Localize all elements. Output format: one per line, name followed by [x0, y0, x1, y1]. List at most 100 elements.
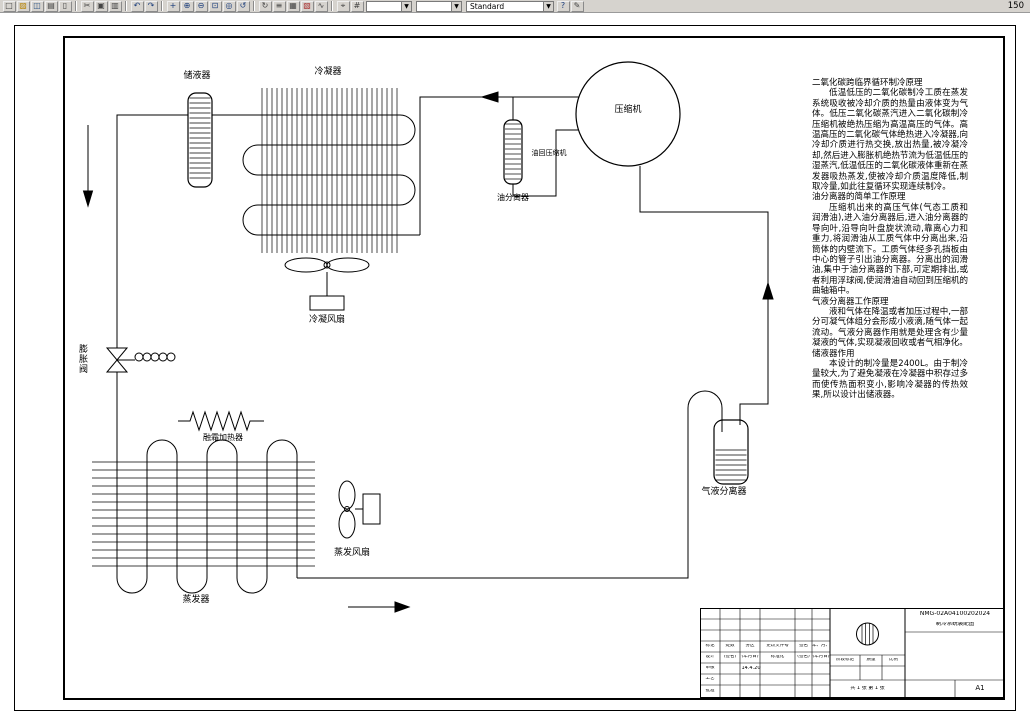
copy-button[interactable]: ▣	[94, 0, 108, 12]
titleblock-date-value: 14.4.20	[741, 666, 761, 671]
undo-button[interactable]: ↶	[130, 0, 144, 12]
redo-button[interactable]: ↷	[144, 0, 158, 12]
zoom-previous-icon: ↺	[239, 1, 247, 10]
oil-separator-symbol[interactable]	[503, 119, 523, 185]
titleblock-weight: 质量	[866, 658, 876, 662]
suction-pipe-to-compressor	[639, 166, 769, 425]
chevron-down-icon[interactable]: ▼	[401, 1, 411, 11]
paste-button[interactable]: ▥	[108, 0, 122, 12]
help-icon: ?	[560, 1, 566, 10]
layers-button[interactable]: ≡	[272, 0, 286, 12]
save-file-button[interactable]: ◫	[30, 0, 44, 12]
note-section-body: 液和气体在降温或者加压过程中,一部分可凝气体组分会形成小液滴,随气体一起流动。气…	[812, 306, 968, 349]
open-file-button[interactable]: ▨	[16, 0, 30, 12]
defrost-heater-symbol[interactable]	[178, 410, 264, 432]
evaporator-coil	[116, 439, 298, 594]
receiver-label: 储液器	[183, 71, 211, 81]
toolbar-separator	[125, 1, 127, 11]
titleblock-sign-hint-2: (签名)	[797, 655, 810, 659]
zoom-in-icon: ⊕	[183, 1, 191, 10]
evaporator-fan-label: 蒸发风扇	[333, 548, 371, 558]
chevron-down-icon[interactable]: ▼	[451, 1, 461, 11]
zoom-extents-icon: ◎	[225, 1, 233, 10]
condenser-fan-label: 冷凝风扇	[308, 315, 346, 325]
zoom-window-icon: ⊡	[211, 1, 219, 10]
toolbar-separator	[331, 1, 333, 11]
linetype-button[interactable]: ∿	[314, 0, 328, 12]
condenser-coil	[212, 114, 420, 236]
style-combobox[interactable]: Standard ▼	[466, 0, 554, 12]
layers-icon: ≡	[275, 1, 283, 10]
gas-liquid-separator-symbol[interactable]	[713, 419, 749, 485]
color-control-button[interactable]: ▧	[300, 0, 314, 12]
drawing-canvas[interactable]: 储液器 冷凝器 压缩机 油回压缩机 油分离器 冷凝风扇 膨胀阀 融霜加热器 蒸发…	[0, 0, 1030, 719]
evaporator-label: 蒸发器	[182, 595, 210, 605]
print-preview-icon: ▯	[62, 1, 68, 10]
note-section-heading: 气液分离器工作原理	[812, 296, 889, 307]
print-preview-button[interactable]: ▯	[58, 0, 72, 12]
zoom-previous-button[interactable]: ↺	[236, 0, 250, 12]
toolbar-separator	[161, 1, 163, 11]
undo-icon: ↶	[133, 1, 141, 10]
evaporator-fan-symbol[interactable]	[338, 480, 381, 539]
linetype-icon: ∿	[317, 1, 325, 10]
toolbar-separator	[253, 1, 255, 11]
zoom-window-button[interactable]: ⊡	[208, 0, 222, 12]
flow-arrow-down	[82, 190, 94, 208]
refrigerant-piping[interactable]	[116, 96, 769, 594]
color-combobox[interactable]: ▼	[416, 0, 462, 12]
layer-properties-button[interactable]: ▦	[286, 0, 300, 12]
titleblock-col-date: 年、月、日	[812, 644, 830, 648]
titleblock-drawing-no: NMG-02A04100202024	[919, 611, 991, 617]
titleblock-scale: 比例	[889, 658, 898, 662]
titleblock-row-design: 设计	[705, 655, 715, 659]
toolbar-icon-group: □ ▨ ◫ ▤ ▯ ✂ ▣ ▥ ↶ ↷ + ⊕ ⊖ ⊡ ◎ ↺ ↻ ≡ ▦ ▧ ∿ ⌖ #	[2, 0, 364, 12]
toolbar-separator	[75, 1, 77, 11]
oil-return-label: 油回压缩机	[531, 149, 567, 157]
compressor-label: 压缩机	[614, 105, 642, 115]
note-section-body: 低温低压的二氧化碳制冷工质在蒸发系统吸收被冷却介质的热量由液体变为气体。低压二氧…	[812, 88, 968, 193]
help-button[interactable]: ?	[556, 0, 570, 12]
flow-arrow-up	[762, 281, 774, 300]
titleblock-stage-mark: 阶段标记	[836, 658, 854, 662]
grid-icon: #	[353, 1, 361, 10]
note-section-body: 本设计的制冷量是2400L。由于制冷量较大,为了避免凝液在冷凝器中积存过多而使传…	[812, 358, 968, 401]
print-button[interactable]: ▤	[44, 0, 58, 12]
new-file-button[interactable]: □	[2, 0, 16, 12]
expansion-valve-symbol[interactable]	[105, 347, 176, 373]
grid-button[interactable]: #	[350, 0, 364, 12]
draw-tool-button[interactable]: ✎	[570, 0, 584, 12]
redraw-icon: ↻	[261, 1, 269, 10]
titleblock-col-count: 处数	[725, 644, 735, 648]
titleblock-col-change-file: 更改文件号	[766, 644, 789, 648]
expansion-valve-label: 膨胀阀	[76, 344, 87, 374]
copy-icon: ▣	[97, 1, 105, 10]
toolbar-icon-group-right: ? ✎	[556, 0, 584, 12]
zoom-in-button[interactable]: ⊕	[180, 0, 194, 12]
print-icon: ▤	[47, 1, 55, 10]
redraw-button[interactable]: ↻	[258, 0, 272, 12]
zoom-out-button[interactable]: ⊖	[194, 0, 208, 12]
receiver-symbol[interactable]	[187, 92, 213, 188]
zoom-out-icon: ⊖	[197, 1, 205, 10]
chevron-down-icon[interactable]: ▼	[543, 1, 553, 11]
titleblock-col-sign: 签名	[799, 644, 808, 648]
note-section-heading: 储液器作用	[812, 348, 855, 359]
condenser-fan-symbol[interactable]	[284, 257, 370, 311]
object-snap-icon: ⌖	[340, 1, 346, 10]
cut-button[interactable]: ✂	[80, 0, 94, 12]
zoom-extents-button[interactable]: ◎	[222, 0, 236, 12]
flow-arrow-right	[394, 601, 411, 613]
titleblock-drawing-name: 制冷系统装配图	[935, 622, 975, 627]
pan-button[interactable]: +	[166, 0, 180, 12]
layer-properties-icon: ▦	[289, 1, 297, 10]
condenser-fins[interactable]	[261, 88, 398, 253]
titleblock-paper-size: A1	[975, 685, 985, 692]
object-snap-button[interactable]: ⌖	[336, 0, 350, 12]
titleblock-col-zone: 分区	[745, 644, 755, 648]
notes-text-block: 二氧化碳跨临界循环制冷原理 低温低压的二氧化碳制冷工质在蒸发系统吸收被冷却介质的热…	[812, 78, 968, 401]
layer-combobox[interactable]: ▼	[366, 0, 412, 12]
defrost-heater-label: 融霜加热器	[203, 433, 243, 442]
discharge-pipe	[419, 96, 579, 235]
evaporator-fins[interactable]	[92, 461, 315, 567]
